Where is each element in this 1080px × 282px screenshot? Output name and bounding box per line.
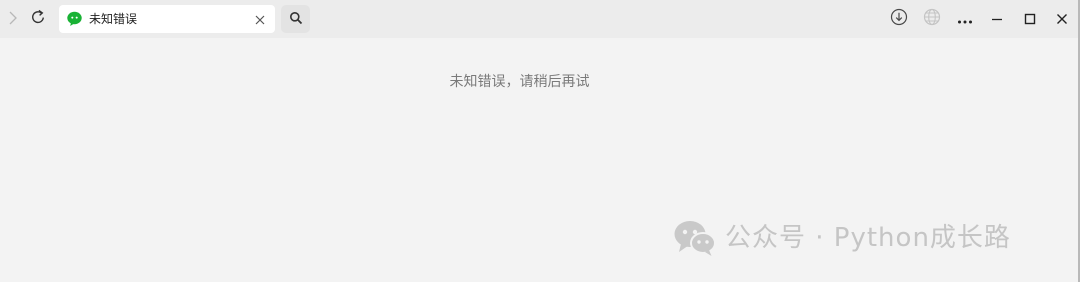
globe-button[interactable]	[921, 8, 943, 30]
maximize-button[interactable]	[1019, 8, 1041, 30]
more-icon	[957, 10, 973, 29]
close-icon	[1056, 10, 1068, 29]
minimize-button[interactable]	[986, 8, 1008, 30]
minimize-icon	[991, 10, 1003, 29]
tab-title: 未知错误	[89, 12, 138, 26]
tab-close-button[interactable]	[253, 12, 267, 26]
download-button[interactable]	[888, 8, 910, 30]
chevron-right-icon	[7, 10, 19, 29]
forward-button[interactable]	[2, 8, 24, 30]
more-button[interactable]	[954, 8, 976, 30]
download-icon	[890, 8, 908, 30]
watermark-text: 公众号 · Python成长路	[725, 223, 1011, 253]
refresh-icon	[30, 9, 46, 29]
tab-active[interactable]: 未知错误	[59, 5, 275, 33]
maximize-icon	[1024, 10, 1036, 29]
watermark: 公众号 · Python成长路	[673, 218, 1011, 258]
error-message: 未知错误，请稍后再试	[449, 74, 590, 90]
browser-window: 未知错误 未知错误，请稍后再试 公众号 · Python成长路	[0, 0, 1080, 282]
window-close-button[interactable]	[1051, 8, 1073, 30]
globe-icon	[923, 8, 941, 30]
wechat-icon	[67, 11, 83, 27]
refresh-button[interactable]	[27, 8, 49, 30]
close-icon	[255, 10, 265, 29]
search-button[interactable]	[281, 5, 310, 33]
wechat-logo-icon	[673, 219, 717, 257]
search-icon	[289, 10, 303, 29]
title-bar: 未知错误	[0, 0, 1078, 38]
